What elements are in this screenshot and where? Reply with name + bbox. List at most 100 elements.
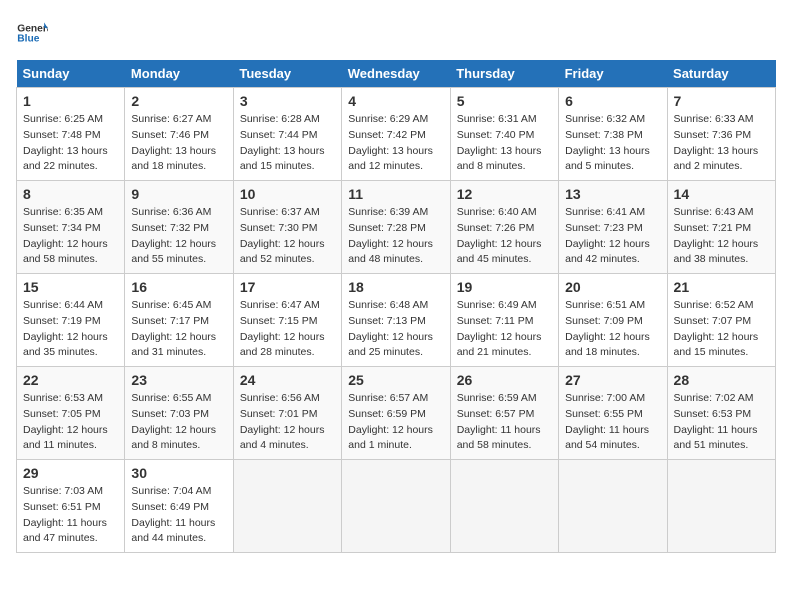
day-info: Sunrise: 6:25 AMSunset: 7:48 PMDaylight:…: [23, 112, 118, 175]
day-info: Sunrise: 6:33 AMSunset: 7:36 PMDaylight:…: [674, 112, 769, 175]
day-info: Sunrise: 7:02 AMSunset: 6:53 PMDaylight:…: [674, 391, 769, 454]
day-info: Sunrise: 6:59 AMSunset: 6:57 PMDaylight:…: [457, 391, 552, 454]
calendar-cell: 22 Sunrise: 6:53 AMSunset: 7:05 PMDayligh…: [17, 367, 125, 460]
day-number: 18: [348, 279, 443, 295]
day-number: 16: [131, 279, 226, 295]
calendar-cell: 20 Sunrise: 6:51 AMSunset: 7:09 PMDayligh…: [559, 274, 667, 367]
day-info: Sunrise: 6:55 AMSunset: 7:03 PMDaylight:…: [131, 391, 226, 454]
day-number: 6: [565, 93, 660, 109]
day-info: Sunrise: 7:04 AMSunset: 6:49 PMDaylight:…: [131, 484, 226, 547]
day-number: 11: [348, 186, 443, 202]
calendar-cell: 24 Sunrise: 6:56 AMSunset: 7:01 PMDayligh…: [233, 367, 341, 460]
day-info: Sunrise: 6:43 AMSunset: 7:21 PMDaylight:…: [674, 205, 769, 268]
calendar-cell: 9 Sunrise: 6:36 AMSunset: 7:32 PMDaylight…: [125, 181, 233, 274]
day-number: 21: [674, 279, 769, 295]
calendar-cell: 6 Sunrise: 6:32 AMSunset: 7:38 PMDaylight…: [559, 88, 667, 181]
calendar-cell: [233, 460, 341, 553]
col-header-friday: Friday: [559, 60, 667, 88]
week-row-4: 22 Sunrise: 6:53 AMSunset: 7:05 PMDayligh…: [17, 367, 776, 460]
day-info: Sunrise: 6:40 AMSunset: 7:26 PMDaylight:…: [457, 205, 552, 268]
col-header-saturday: Saturday: [667, 60, 775, 88]
day-info: Sunrise: 6:31 AMSunset: 7:40 PMDaylight:…: [457, 112, 552, 175]
day-info: Sunrise: 6:45 AMSunset: 7:17 PMDaylight:…: [131, 298, 226, 361]
day-info: Sunrise: 6:52 AMSunset: 7:07 PMDaylight:…: [674, 298, 769, 361]
day-info: Sunrise: 6:48 AMSunset: 7:13 PMDaylight:…: [348, 298, 443, 361]
calendar-cell: 19 Sunrise: 6:49 AMSunset: 7:11 PMDayligh…: [450, 274, 558, 367]
svg-text:General: General: [17, 23, 48, 34]
col-header-thursday: Thursday: [450, 60, 558, 88]
day-number: 28: [674, 372, 769, 388]
day-number: 4: [348, 93, 443, 109]
calendar-cell: [667, 460, 775, 553]
calendar-cell: 5 Sunrise: 6:31 AMSunset: 7:40 PMDaylight…: [450, 88, 558, 181]
col-header-wednesday: Wednesday: [342, 60, 450, 88]
page-header: General Blue: [16, 16, 776, 48]
day-info: Sunrise: 6:49 AMSunset: 7:11 PMDaylight:…: [457, 298, 552, 361]
calendar-cell: [450, 460, 558, 553]
day-info: Sunrise: 6:41 AMSunset: 7:23 PMDaylight:…: [565, 205, 660, 268]
calendar-cell: 17 Sunrise: 6:47 AMSunset: 7:15 PMDayligh…: [233, 274, 341, 367]
day-number: 14: [674, 186, 769, 202]
calendar-cell: 12Sunrise: 6:40 AMSunset: 7:26 PMDayligh…: [450, 181, 558, 274]
day-info: Sunrise: 6:27 AMSunset: 7:46 PMDaylight:…: [131, 112, 226, 175]
day-info: Sunrise: 6:36 AMSunset: 7:32 PMDaylight:…: [131, 205, 226, 268]
day-info: Sunrise: 6:47 AMSunset: 7:15 PMDaylight:…: [240, 298, 335, 361]
day-info: Sunrise: 6:35 AMSunset: 7:34 PMDaylight:…: [23, 205, 118, 268]
day-number: 29: [23, 465, 118, 481]
col-header-monday: Monday: [125, 60, 233, 88]
calendar-cell: 14 Sunrise: 6:43 AMSunset: 7:21 PMDayligh…: [667, 181, 775, 274]
day-info: Sunrise: 6:39 AMSunset: 7:28 PMDaylight:…: [348, 205, 443, 268]
week-row-5: 29 Sunrise: 7:03 AMSunset: 6:51 PMDayligh…: [17, 460, 776, 553]
calendar-cell: 10 Sunrise: 6:37 AMSunset: 7:30 PMDayligh…: [233, 181, 341, 274]
calendar-cell: 16 Sunrise: 6:45 AMSunset: 7:17 PMDayligh…: [125, 274, 233, 367]
day-info: Sunrise: 6:32 AMSunset: 7:38 PMDaylight:…: [565, 112, 660, 175]
day-number: 7: [674, 93, 769, 109]
day-info: Sunrise: 7:00 AMSunset: 6:55 PMDaylight:…: [565, 391, 660, 454]
logo: General Blue: [16, 16, 48, 48]
day-info: Sunrise: 6:44 AMSunset: 7:19 PMDaylight:…: [23, 298, 118, 361]
svg-text:Blue: Blue: [17, 34, 39, 45]
day-info: Sunrise: 6:53 AMSunset: 7:05 PMDaylight:…: [23, 391, 118, 454]
day-info: Sunrise: 6:57 AMSunset: 6:59 PMDaylight:…: [348, 391, 443, 454]
col-header-sunday: Sunday: [17, 60, 125, 88]
calendar-cell: 15 Sunrise: 6:44 AMSunset: 7:19 PMDayligh…: [17, 274, 125, 367]
day-number: 24: [240, 372, 335, 388]
day-number: 10: [240, 186, 335, 202]
day-number: 8: [23, 186, 118, 202]
calendar-cell: 1 Sunrise: 6:25 AMSunset: 7:48 PMDaylight…: [17, 88, 125, 181]
calendar-table: SundayMondayTuesdayWednesdayThursdayFrid…: [16, 60, 776, 553]
day-number: 1: [23, 93, 118, 109]
day-number: 17: [240, 279, 335, 295]
day-info: Sunrise: 6:51 AMSunset: 7:09 PMDaylight:…: [565, 298, 660, 361]
day-info: Sunrise: 6:29 AMSunset: 7:42 PMDaylight:…: [348, 112, 443, 175]
day-number: 2: [131, 93, 226, 109]
week-row-1: 1 Sunrise: 6:25 AMSunset: 7:48 PMDaylight…: [17, 88, 776, 181]
calendar-cell: 13 Sunrise: 6:41 AMSunset: 7:23 PMDayligh…: [559, 181, 667, 274]
day-info: Sunrise: 6:37 AMSunset: 7:30 PMDaylight:…: [240, 205, 335, 268]
calendar-cell: 29 Sunrise: 7:03 AMSunset: 6:51 PMDayligh…: [17, 460, 125, 553]
calendar-cell: 11 Sunrise: 6:39 AMSunset: 7:28 PMDayligh…: [342, 181, 450, 274]
calendar-cell: 27Sunrise: 7:00 AMSunset: 6:55 PMDayligh…: [559, 367, 667, 460]
day-number: 15: [23, 279, 118, 295]
day-number: 5: [457, 93, 552, 109]
calendar-cell: 8 Sunrise: 6:35 AMSunset: 7:34 PMDaylight…: [17, 181, 125, 274]
day-number: 3: [240, 93, 335, 109]
col-header-tuesday: Tuesday: [233, 60, 341, 88]
calendar-cell: [342, 460, 450, 553]
header-row: SundayMondayTuesdayWednesdayThursdayFrid…: [17, 60, 776, 88]
calendar-cell: 25Sunrise: 6:57 AMSunset: 6:59 PMDayligh…: [342, 367, 450, 460]
day-number: 13: [565, 186, 660, 202]
day-info: Sunrise: 6:56 AMSunset: 7:01 PMDaylight:…: [240, 391, 335, 454]
calendar-cell: 7 Sunrise: 6:33 AMSunset: 7:36 PMDaylight…: [667, 88, 775, 181]
calendar-cell: 3Sunrise: 6:28 AMSunset: 7:44 PMDaylight…: [233, 88, 341, 181]
day-info: Sunrise: 7:03 AMSunset: 6:51 PMDaylight:…: [23, 484, 118, 547]
day-number: 9: [131, 186, 226, 202]
day-number: 19: [457, 279, 552, 295]
day-number: 22: [23, 372, 118, 388]
calendar-cell: 2 Sunrise: 6:27 AMSunset: 7:46 PMDaylight…: [125, 88, 233, 181]
logo-icon: General Blue: [16, 16, 48, 48]
week-row-3: 15 Sunrise: 6:44 AMSunset: 7:19 PMDayligh…: [17, 274, 776, 367]
day-number: 23: [131, 372, 226, 388]
calendar-cell: 23 Sunrise: 6:55 AMSunset: 7:03 PMDayligh…: [125, 367, 233, 460]
day-number: 20: [565, 279, 660, 295]
